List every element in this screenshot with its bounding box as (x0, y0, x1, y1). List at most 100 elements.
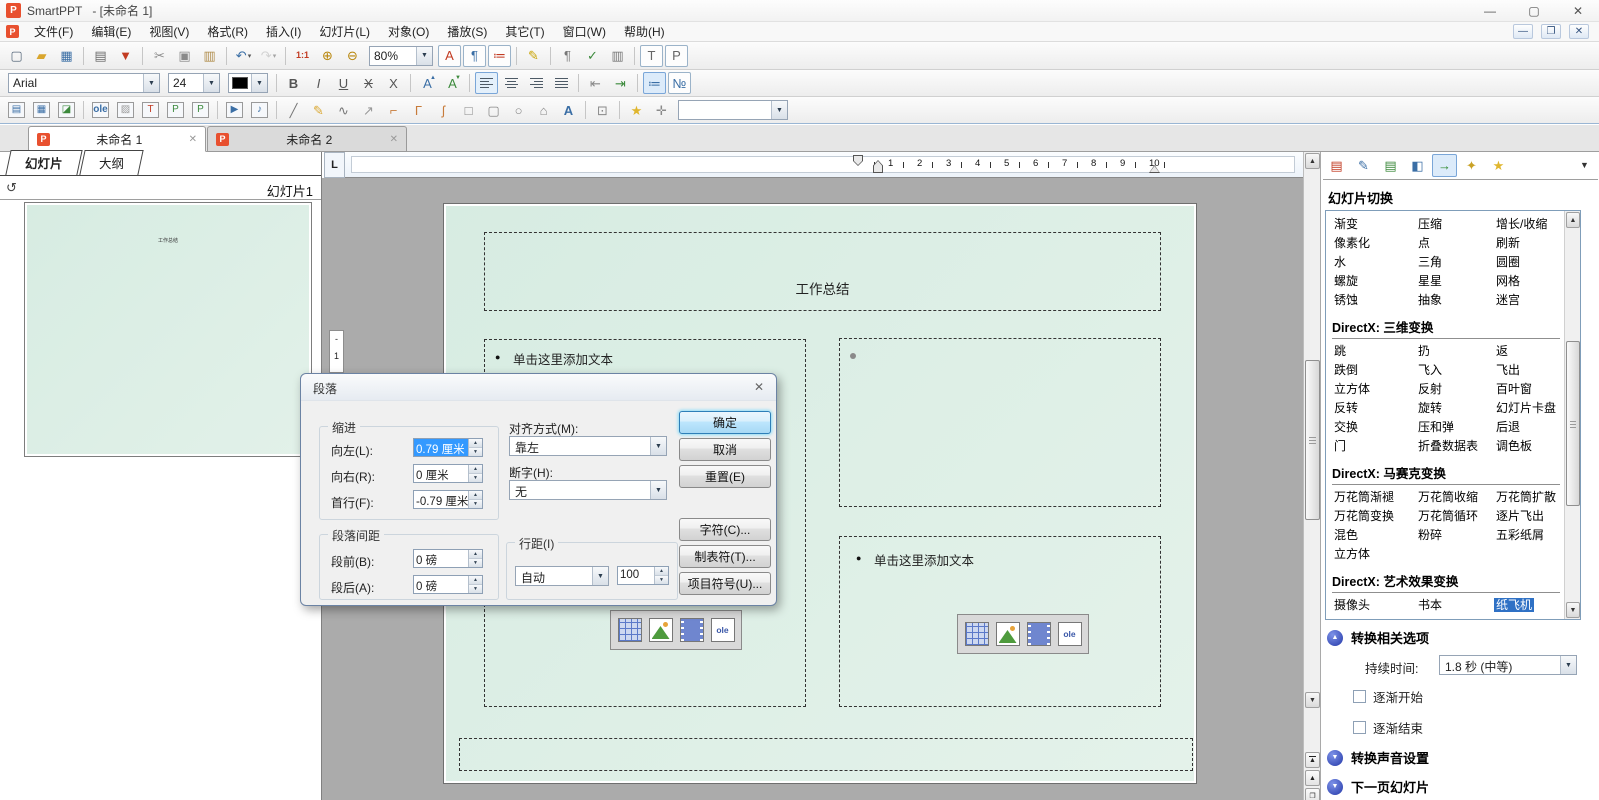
transition-item[interactable]: 扔 (1416, 344, 1432, 358)
spinner-down-icon[interactable]: ▼ (655, 576, 668, 584)
insert-picture-icon[interactable] (649, 618, 673, 642)
close-icon[interactable]: ✕ (1569, 4, 1587, 18)
previous-slide-button[interactable]: ▲ (1305, 770, 1320, 786)
dropdown-arrow-icon[interactable]: ▼ (771, 101, 787, 119)
transition-item[interactable]: 纸飞机 (1494, 598, 1534, 612)
transition-item[interactable]: 门 (1332, 439, 1348, 453)
menu-item[interactable]: 格式(R) (198, 23, 257, 41)
align-center-button[interactable] (500, 72, 523, 94)
draw-ellipse-button[interactable]: ○ (507, 99, 530, 121)
scroll-up-icon[interactable]: ▲ (1305, 153, 1320, 169)
show-paragraph-marks-button[interactable]: ¶ (556, 45, 579, 67)
transition-item[interactable]: 交换 (1332, 420, 1360, 434)
transition-item[interactable]: 飞入 (1416, 363, 1444, 377)
horizontal-ruler[interactable]: 12345678910 (345, 152, 1303, 178)
transition-item[interactable]: 立方体 (1332, 382, 1372, 396)
document-tab-2[interactable]: P 未命名 2 ✕ (207, 126, 407, 152)
transition-item[interactable]: 后退 (1494, 420, 1522, 434)
menu-item[interactable]: 其它(T) (496, 23, 553, 41)
spinner-down-icon[interactable]: ▼ (469, 559, 482, 567)
first-line-indent-input[interactable]: -0.79 厘米 ▲▼ (413, 490, 483, 509)
doc-minimize-icon[interactable]: — (1513, 24, 1533, 39)
insert-title-object-button[interactable]: T (139, 99, 162, 121)
transition-item[interactable]: 五彩纸屑 (1494, 528, 1546, 542)
transition-item[interactable]: 刷新 (1494, 236, 1522, 250)
grow-font-button[interactable]: A▲ (416, 72, 439, 94)
print-button[interactable]: ▤ (89, 45, 112, 67)
slide-transition-button[interactable]: → (1432, 154, 1457, 177)
transition-item[interactable]: 跌倒 (1332, 363, 1360, 377)
font-family-combo[interactable]: Arial▼ (8, 73, 160, 93)
line-spacing-mode-select[interactable]: 自动 ▼ (515, 566, 609, 586)
transition-item[interactable]: 万花筒收缩 (1416, 490, 1480, 504)
options-section-header[interactable]: ▲ 转换相关选项 (1321, 624, 1599, 649)
insert-picture-icon[interactable] (996, 622, 1020, 646)
bold-button[interactable]: B (282, 72, 305, 94)
list-scrollbar[interactable]: ▲ ▼ (1564, 211, 1580, 619)
transition-item[interactable]: 折叠数据表 (1416, 439, 1480, 453)
section-header[interactable]: ▼转换声音设置 (1321, 743, 1599, 772)
list-styles-button[interactable]: ≔ (488, 45, 511, 67)
insert-media-icon[interactable] (1027, 622, 1051, 646)
space-after-spinner[interactable]: ▲▼ (468, 576, 482, 593)
numbered-list-button[interactable]: № (668, 72, 691, 94)
menu-item[interactable]: 幻灯片(L) (310, 23, 379, 41)
dropdown-arrow-icon[interactable]: ▼ (251, 74, 267, 92)
transition-item[interactable]: 点 (1416, 236, 1432, 250)
strikethrough-button[interactable]: X (357, 72, 380, 94)
transition-item[interactable]: 百叶窗 (1494, 382, 1534, 396)
insert-ole-icon[interactable]: ole (711, 618, 735, 642)
align-left-button[interactable] (475, 72, 498, 94)
spell-check-button[interactable]: ✓ (581, 45, 604, 67)
connector-elbow-button[interactable]: Γ (407, 99, 430, 121)
connector-straight-button[interactable]: ⌐ (382, 99, 405, 121)
transition-item[interactable]: 万花筒渐褪 (1332, 490, 1396, 504)
draw-rectangle-button[interactable]: □ (457, 99, 480, 121)
transition-item[interactable]: 万花筒扩散 (1494, 490, 1558, 504)
transition-item[interactable]: 星星 (1416, 274, 1444, 288)
scrollbar-thumb[interactable] (1566, 341, 1580, 506)
pane-menu-button[interactable]: ▼ (1572, 154, 1597, 177)
space-after-input[interactable]: 0 磅 ▲▼ (413, 575, 483, 594)
dropdown-arrow-icon[interactable]: ▼ (143, 74, 159, 92)
transition-item[interactable]: 圆圈 (1494, 255, 1522, 269)
dropdown-arrow-icon[interactable]: ▾ (248, 52, 252, 60)
actual-size-button[interactable]: 1:1 (291, 45, 314, 67)
cut-button[interactable]: ✂ (148, 45, 171, 67)
menu-item[interactable]: 编辑(E) (82, 23, 140, 41)
zoom-level-combo[interactable]: 80%▼ (369, 46, 433, 66)
transition-item[interactable]: 万花筒循环 (1416, 509, 1480, 523)
align-justify-button[interactable] (550, 72, 573, 94)
draw-rounded-rectangle-button[interactable]: ▢ (482, 99, 505, 121)
checkbox[interactable] (1353, 690, 1366, 703)
insert-table-icon[interactable] (965, 622, 989, 646)
italic-button[interactable]: I (307, 72, 330, 94)
open-file-button[interactable]: ▰ (30, 45, 53, 67)
design-templates-button[interactable]: ▤ (1324, 154, 1349, 177)
insert-picture-button[interactable]: ◪ (55, 99, 78, 121)
dropdown-arrow-icon[interactable]: ▼ (592, 567, 608, 585)
transition-item[interactable]: 锈蚀 (1332, 293, 1360, 307)
space-before-spinner[interactable]: ▲▼ (468, 550, 482, 567)
paragraph-styles-button[interactable]: ¶ (463, 45, 486, 67)
dialog-close-icon[interactable]: ✕ (754, 380, 764, 394)
transition-item[interactable]: 增长/收缩 (1494, 217, 1549, 231)
reset-button[interactable]: 重置(E) (679, 465, 771, 488)
doc-restore-icon[interactable]: ❐ (1541, 24, 1561, 39)
insert-ole-button[interactable]: ole (89, 99, 112, 121)
insert-ole-icon[interactable]: ole (1058, 622, 1082, 646)
slide-thumbnail[interactable]: 工作总结 (24, 202, 312, 457)
select-objects-button[interactable]: ⊡ (591, 99, 614, 121)
transition-item[interactable]: 书本 (1416, 598, 1444, 612)
format-painter-button[interactable]: ✎ (522, 45, 545, 67)
spinner-down-icon[interactable]: ▼ (469, 585, 482, 593)
menu-item[interactable]: 视图(V) (140, 23, 198, 41)
dropdown-arrow-icon[interactable]: ▼ (650, 437, 666, 455)
transition-item[interactable]: 跳 (1332, 344, 1348, 358)
spinner-up-icon[interactable]: ▲ (469, 491, 482, 500)
transition-item[interactable]: 像素化 (1332, 236, 1372, 250)
spinner-up-icon[interactable]: ▲ (655, 567, 668, 576)
line-spacing-input[interactable]: 100 ▲▼ (617, 566, 669, 585)
scroll-up-icon[interactable]: ▲ (1566, 212, 1580, 228)
connector-curved-button[interactable]: ʃ (432, 99, 455, 121)
